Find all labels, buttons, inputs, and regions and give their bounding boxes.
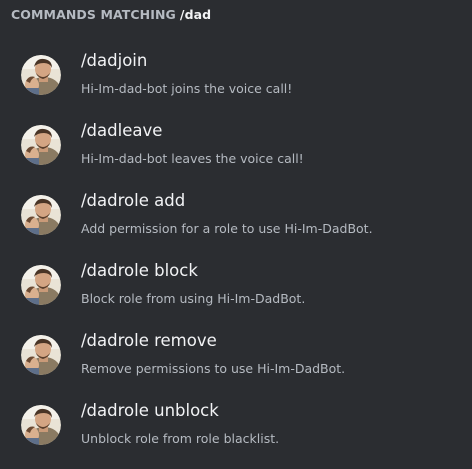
command-item-dadrole-block[interactable]: /dadrole block Block role from using Hi-…: [0, 251, 472, 321]
command-name: /dadrole add: [81, 191, 186, 210]
command-name: /dadrole unblock: [81, 401, 219, 420]
bot-avatar-icon: [21, 195, 61, 235]
command-item-dadrole-add[interactable]: /dadrole add Add permission for a role t…: [0, 181, 472, 251]
bot-avatar-icon: [21, 265, 61, 305]
command-name: /dadrole remove: [81, 331, 217, 350]
bot-avatar-icon: [21, 335, 61, 375]
header-prefix: COMMANDS MATCHING: [11, 7, 176, 22]
command-list: /dadjoin Hi-Im-dad-bot joins the voice c…: [0, 41, 472, 461]
command-name: /dadleave: [81, 121, 163, 140]
command-autocomplete-panel: COMMANDS MATCHING/dad /dadjoin Hi-Im-dad…: [0, 0, 472, 469]
command-item-dadleave[interactable]: /dadleave Hi-Im-dad-bot leaves the voice…: [0, 111, 472, 181]
command-description: Block role from using Hi-Im-DadBot.: [81, 291, 306, 306]
commands-matching-header: COMMANDS MATCHING/dad: [11, 7, 211, 25]
command-description: Unblock role from role blacklist.: [81, 431, 280, 446]
command-item-dadrole-remove[interactable]: /dadrole remove Remove permissions to us…: [0, 321, 472, 391]
bot-avatar-icon: [21, 55, 61, 95]
header-query: /dad: [179, 7, 212, 22]
command-description: Add permission for a role to use Hi-Im-D…: [81, 221, 373, 236]
command-item-dadrole-unblock[interactable]: /dadrole unblock Unblock role from role …: [0, 391, 472, 461]
bot-avatar-icon: [21, 125, 61, 165]
command-description: Hi-Im-dad-bot joins the voice call!: [81, 81, 293, 96]
command-item-dadjoin[interactable]: /dadjoin Hi-Im-dad-bot joins the voice c…: [0, 41, 472, 111]
command-description: Hi-Im-dad-bot leaves the voice call!: [81, 151, 304, 166]
command-name: /dadjoin: [81, 51, 148, 70]
bot-avatar-icon: [21, 405, 61, 445]
command-description: Remove permissions to use Hi-Im-DadBot.: [81, 361, 346, 376]
command-name: /dadrole block: [81, 261, 198, 280]
